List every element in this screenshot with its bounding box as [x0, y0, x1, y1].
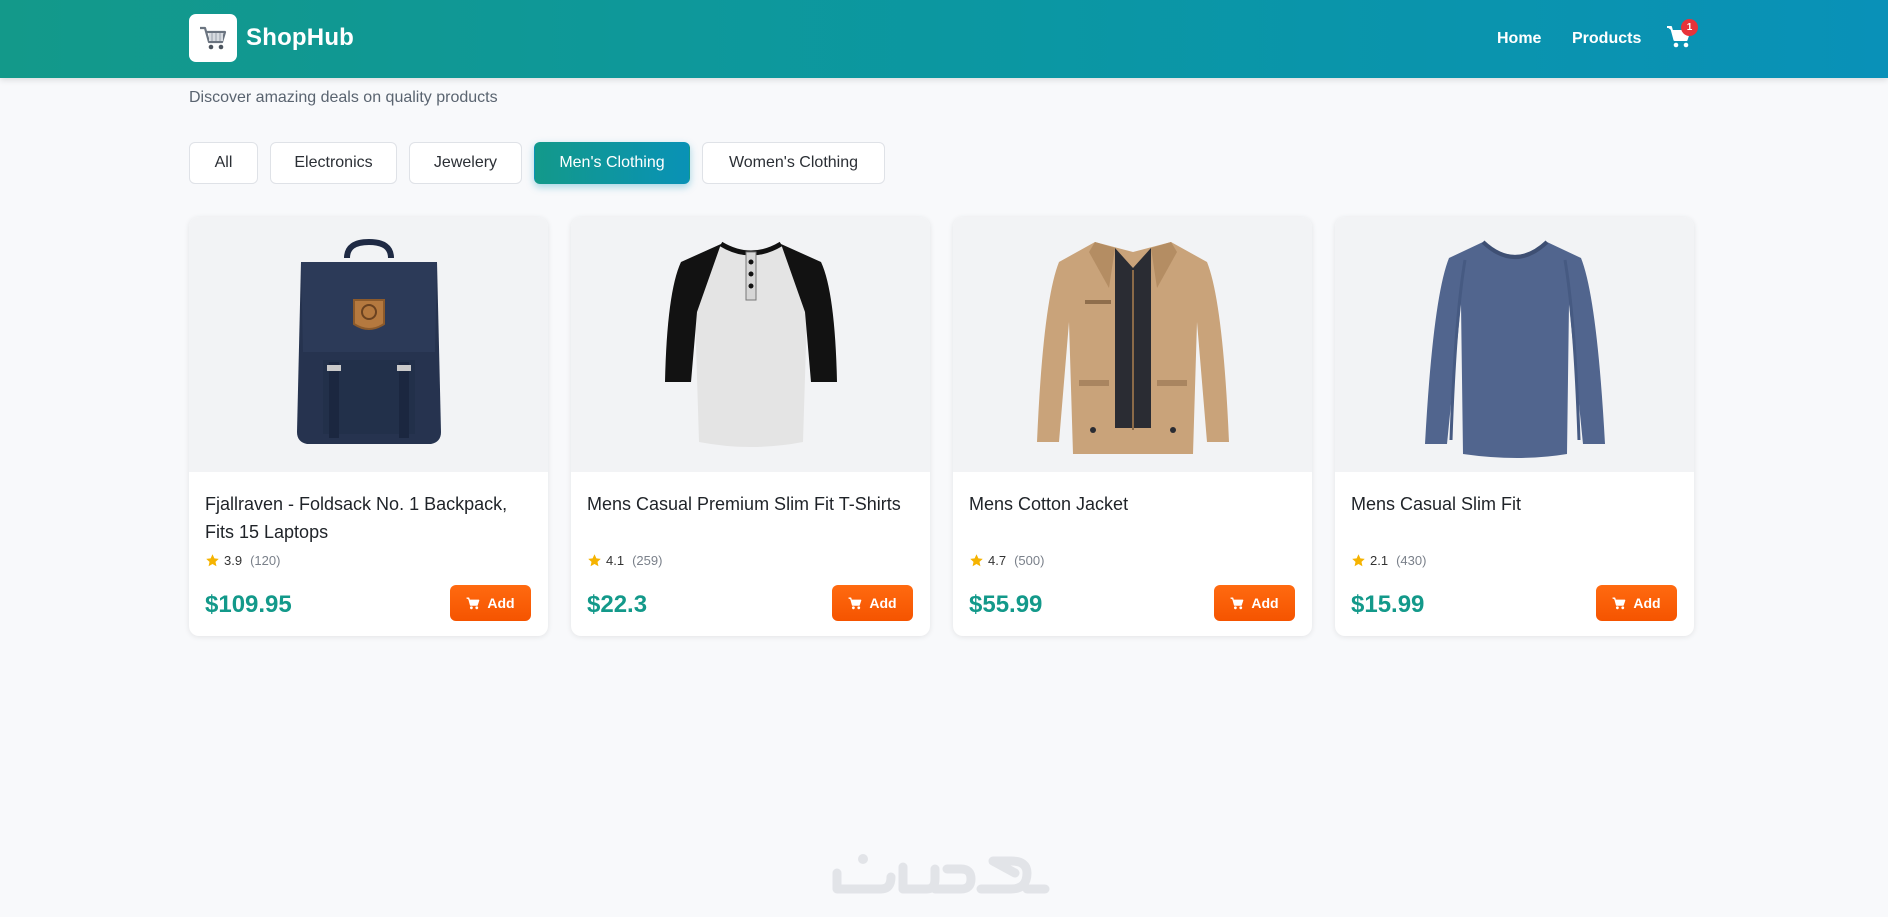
filter-jewelery[interactable]: Jewelery	[409, 142, 522, 184]
add-to-cart-button[interactable]: Add	[1214, 585, 1295, 621]
add-to-cart-button[interactable]: Add	[1596, 585, 1677, 621]
star-icon	[206, 553, 219, 566]
filter-mens-clothing[interactable]: Men's Clothing	[534, 142, 690, 184]
product-rating: 4.1 (259)	[587, 551, 662, 569]
cart-icon	[466, 596, 480, 609]
product-image-long-sleeve-tee[interactable]	[1335, 217, 1694, 472]
product-price: $15.99	[1351, 591, 1425, 618]
brand-home-link[interactable]: ShopHub	[189, 14, 354, 62]
product-title[interactable]: Mens Cotton Jacket	[969, 490, 1294, 518]
add-to-cart-button[interactable]: Add	[832, 585, 913, 621]
nav-home[interactable]: Home	[1497, 30, 1541, 48]
star-icon	[1352, 553, 1365, 566]
filter-all[interactable]: All	[189, 142, 258, 184]
cart-icon	[848, 596, 862, 609]
product-rating: 3.9 (120)	[205, 551, 280, 569]
cart-count-badge: 1	[1681, 19, 1698, 36]
rating-count: (500)	[1014, 552, 1045, 568]
add-button-label: Add	[869, 595, 897, 611]
filter-electronics[interactable]: Electronics	[270, 142, 397, 184]
rating-value: 4.1	[606, 552, 625, 568]
rating-value: 3.9	[224, 552, 243, 568]
product-image-cotton-jacket[interactable]	[953, 217, 1312, 472]
rating-value: 2.1	[1370, 552, 1389, 568]
product-image-henley-shirt[interactable]	[571, 217, 930, 472]
product-card[interactable]: Mens Casual Slim Fit 2.1 (430) $15.99 Ad…	[1335, 217, 1694, 636]
page-subtitle: Discover amazing deals on quality produc…	[189, 89, 498, 106]
product-card[interactable]: Mens Casual Premium Slim Fit T-Shirts 4.…	[571, 217, 930, 636]
add-button-label: Add	[487, 595, 515, 611]
product-title[interactable]: Mens Casual Slim Fit	[1351, 490, 1676, 518]
product-image-backpack[interactable]	[189, 217, 548, 472]
star-icon	[970, 553, 983, 566]
rating-count: (430)	[1396, 552, 1427, 568]
add-to-cart-button[interactable]: Add	[450, 585, 531, 621]
product-price: $55.99	[969, 591, 1043, 618]
product-card[interactable]: Mens Cotton Jacket 4.7 (500) $55.99 Add	[953, 217, 1312, 636]
rating-count: (120)	[250, 552, 281, 568]
shopping-cart-icon	[189, 14, 237, 62]
watermark-logo	[829, 845, 1059, 901]
product-rating: 4.7 (500)	[969, 551, 1044, 569]
cart-icon	[1230, 596, 1244, 609]
product-price: $109.95	[205, 591, 292, 618]
product-card[interactable]: Fjallraven - Foldsack No. 1 Backpack, Fi…	[189, 217, 548, 636]
nav-products[interactable]: Products	[1572, 30, 1641, 48]
cart-icon	[1612, 596, 1626, 609]
product-price: $22.3	[587, 591, 648, 618]
add-button-label: Add	[1251, 595, 1279, 611]
filter-womens-clothing[interactable]: Women's Clothing	[702, 142, 885, 184]
rating-count: (259)	[632, 552, 663, 568]
star-icon	[588, 553, 601, 566]
product-title[interactable]: Mens Casual Premium Slim Fit T-Shirts	[587, 490, 912, 518]
top-navbar: ShopHub Home Products 1	[0, 0, 1888, 78]
add-button-label: Add	[1633, 595, 1661, 611]
product-rating: 2.1 (430)	[1351, 551, 1426, 569]
brand-name: ShopHub	[246, 24, 355, 51]
product-title[interactable]: Fjallraven - Foldsack No. 1 Backpack, Fi…	[205, 490, 530, 546]
rating-value: 4.7	[988, 552, 1007, 568]
